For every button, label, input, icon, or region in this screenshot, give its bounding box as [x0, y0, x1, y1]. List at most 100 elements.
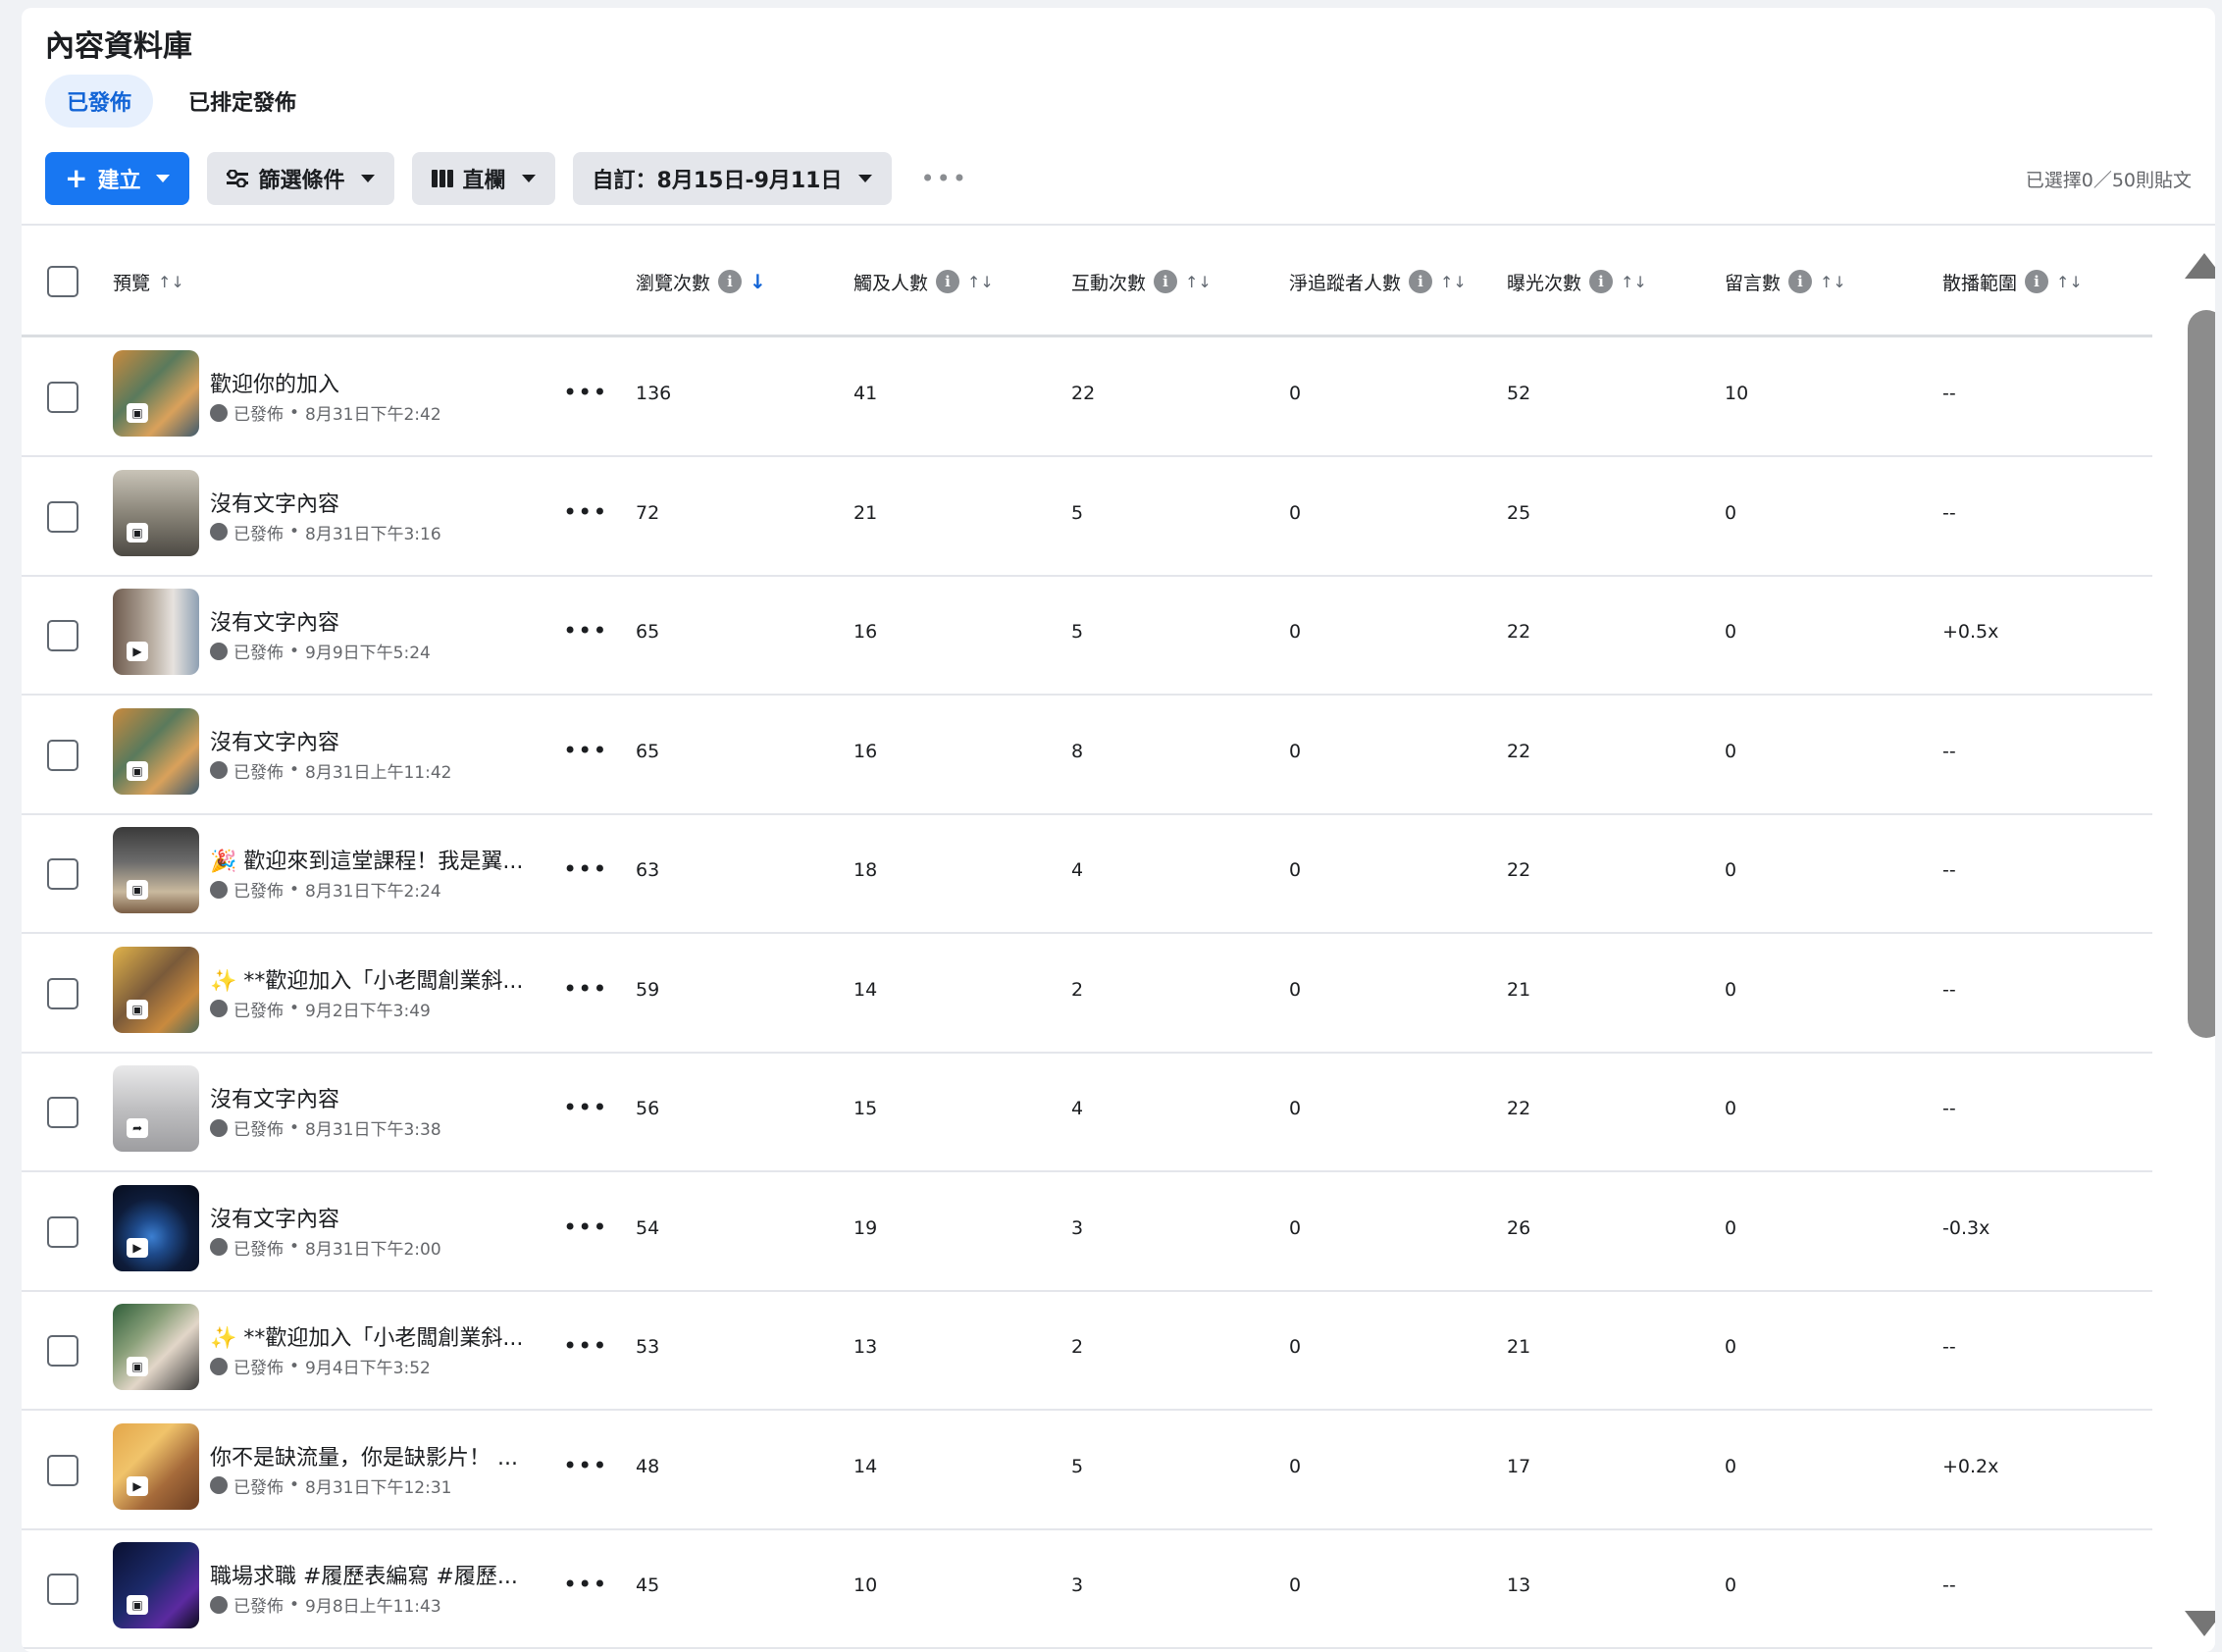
cell-impressions: 22	[1507, 859, 1531, 881]
filter-button[interactable]: 篩選條件	[207, 152, 394, 205]
column-header-comments[interactable]: 留言數 i ↑↓	[1725, 226, 1846, 337]
table-row[interactable]: ▶ 你不是缺流量，你是缺影片！ ... 已發佈 • 8月31日下午12:31 ••• 48 1…	[22, 1411, 2152, 1530]
column-header-reach[interactable]: 觸及人數 i ↑↓	[853, 226, 994, 337]
table-row[interactable]: ▣ 歡迎你的加入 已發佈 • 8月31日下午2:42 ••• 136 41 22 0 52 10 --	[22, 337, 2152, 457]
meta-separator: •	[289, 402, 300, 423]
cell-comments: 0	[1725, 621, 1737, 643]
info-icon[interactable]: i	[1788, 270, 1813, 293]
cell-distribution: --	[1942, 1336, 1956, 1358]
row-select-checkbox[interactable]	[47, 620, 78, 651]
post-title[interactable]: ✨ **歡迎加入「小老闆創業斜...	[210, 1320, 534, 1352]
row-select-checkbox[interactable]	[47, 1097, 78, 1128]
post-thumbnail[interactable]: ▣	[113, 707, 199, 795]
post-meta: 已發佈 • 8月31日下午2:24	[210, 877, 441, 902]
row-more-options-icon[interactable]: •••	[563, 855, 607, 883]
post-thumbnail[interactable]: ▶	[113, 589, 199, 675]
post-thumbnail[interactable]: ➦	[113, 1065, 199, 1152]
post-thumbnail[interactable]: ▣	[113, 827, 199, 913]
row-more-options-icon[interactable]: •••	[563, 379, 607, 406]
column-header-net-follows[interactable]: 淨追蹤者人數 i ↑↓	[1289, 226, 1467, 337]
caret-down-icon	[360, 175, 375, 182]
table-row[interactable]: ▣ 沒有文字內容 已發佈 • 8月31日下午3:16 ••• 72 21 5 0 25 0 --	[22, 457, 2152, 577]
table-row[interactable]: ▣ 沒有文字內容 已發佈 • 8月31日上午11:42 ••• 65 16 8 0 22 0 --	[22, 696, 2152, 815]
table-row[interactable]: ▶ 沒有文字內容 已發佈 • 8月31日下午2:00 ••• 54 19 3 0 26 0 -0.3x	[22, 1172, 2152, 1292]
post-title[interactable]: 沒有文字內容	[210, 1082, 534, 1113]
info-icon[interactable]: i	[1409, 270, 1433, 293]
row-select-checkbox[interactable]	[47, 1454, 78, 1486]
row-select-checkbox[interactable]	[47, 739, 78, 771]
sort-icon[interactable]: ↑↓	[158, 273, 184, 291]
info-icon[interactable]: i	[2025, 270, 2049, 293]
row-select-checkbox[interactable]	[47, 382, 78, 413]
cell-comments: 0	[1725, 1575, 1737, 1596]
column-header-distribution[interactable]: 散播範圍 i ↑↓	[1942, 226, 2083, 337]
tab-scheduled[interactable]: 已排定發佈	[167, 75, 318, 128]
sort-icon[interactable]: ↑↓	[967, 273, 994, 291]
row-more-options-icon[interactable]: •••	[563, 1571, 607, 1598]
photo-badge-icon: ▣	[127, 1357, 148, 1376]
post-thumbnail[interactable]: ▣	[113, 469, 199, 556]
post-thumbnail[interactable]: ▶	[113, 1422, 199, 1510]
info-icon[interactable]: i	[718, 270, 743, 293]
row-more-options-icon[interactable]: •••	[563, 1452, 607, 1479]
post-title[interactable]: ✨ **歡迎加入「小老闆創業斜...	[210, 963, 534, 995]
row-select-checkbox[interactable]	[47, 500, 78, 533]
date-range-button[interactable]: 自訂：8月15日-9月11日	[572, 152, 892, 205]
cell-net-follows: 0	[1289, 978, 1302, 1001]
post-title[interactable]: 沒有文字內容	[210, 605, 534, 637]
sort-desc-icon[interactable]: ↓	[749, 270, 766, 293]
post-title[interactable]: 你不是缺流量，你是缺影片！ ...	[210, 1440, 534, 1471]
row-more-options-icon[interactable]: •••	[563, 498, 607, 526]
create-button[interactable]: + 建立	[45, 152, 190, 205]
scroll-down-arrow-icon[interactable]	[2185, 1611, 2215, 1636]
column-header-views[interactable]: 瀏覽次數 i ↓	[636, 226, 766, 337]
sort-icon[interactable]: ↑↓	[2056, 273, 2083, 291]
sort-icon[interactable]: ↑↓	[1440, 273, 1467, 291]
row-more-options-icon[interactable]: •••	[563, 975, 607, 1003]
table-row[interactable]: ▣ ✨ **歡迎加入「小老闆創業斜... 已發佈 • 9月2日下午3:49 ••• 59 14…	[22, 934, 2152, 1054]
row-select-checkbox[interactable]	[47, 977, 78, 1009]
post-thumbnail[interactable]: ▣	[113, 1304, 199, 1390]
row-more-options-icon[interactable]: •••	[563, 1213, 607, 1241]
row-select-checkbox[interactable]	[47, 858, 78, 890]
tab-published[interactable]: 已發佈	[45, 75, 154, 128]
scrollbar-thumb[interactable]	[2188, 310, 2215, 1038]
row-select-checkbox[interactable]	[47, 1335, 78, 1367]
post-title[interactable]: 歡迎你的加入	[210, 367, 534, 398]
row-more-options-icon[interactable]: •••	[563, 737, 607, 764]
post-title[interactable]: 🎉 歡迎來到這堂課程！我是翼...	[210, 844, 534, 875]
sort-icon[interactable]: ↑↓	[1820, 273, 1846, 291]
column-header-impressions[interactable]: 曝光次數 i ↑↓	[1507, 226, 1647, 337]
table-row[interactable]: ➦ 沒有文字內容 已發佈 • 8月31日下午3:38 ••• 56 15 4 0 22 0 --	[22, 1053, 2152, 1172]
row-select-checkbox[interactable]	[47, 1215, 78, 1248]
post-title[interactable]: 沒有文字內容	[210, 487, 534, 518]
table-row[interactable]: ▣ ✨ **歡迎加入「小老闆創業斜... 已發佈 • 9月4日下午3:52 ••• 53 13…	[22, 1291, 2152, 1411]
column-header-interactions[interactable]: 互動次數 i ↑↓	[1071, 226, 1212, 337]
post-thumbnail[interactable]: ▶	[113, 1184, 199, 1271]
scroll-up-arrow-icon[interactable]	[2185, 253, 2215, 279]
table-row[interactable]: ▣ 職場求職 #履歷表編寫 #履歷... 已發佈 • 9月8日上午11:43 ••• 45 1…	[22, 1529, 2152, 1649]
info-icon[interactable]: i	[1589, 270, 1614, 293]
cell-reach: 18	[853, 859, 878, 881]
post-title[interactable]: 沒有文字內容	[210, 725, 534, 756]
post-thumbnail[interactable]: ▣	[113, 946, 199, 1033]
row-more-options-icon[interactable]: •••	[563, 617, 607, 645]
post-title[interactable]: 沒有文字內容	[210, 1202, 534, 1233]
post-date: 8月31日上午11:42	[305, 762, 452, 783]
info-icon[interactable]: i	[1154, 270, 1178, 293]
post-title[interactable]: 職場求職 #履歷表編寫 #履歷...	[210, 1559, 534, 1590]
column-header-preview[interactable]: 預覽 ↑↓	[113, 226, 184, 337]
sort-icon[interactable]: ↑↓	[1185, 273, 1212, 291]
more-options-icon[interactable]: •••	[921, 165, 968, 192]
select-all-checkbox[interactable]	[47, 266, 78, 297]
row-more-options-icon[interactable]: •••	[563, 1332, 607, 1360]
info-icon[interactable]: i	[936, 270, 960, 293]
table-row[interactable]: ▶ 沒有文字內容 已發佈 • 9月9日下午5:24 ••• 65 16 5 0 22 0 +0.5x	[22, 576, 2152, 696]
post-thumbnail[interactable]: ▣	[113, 1542, 199, 1628]
table-row[interactable]: ▣ 🎉 歡迎來到這堂課程！我是翼... 已發佈 • 8月31日下午2:24 ••• 63 18…	[22, 814, 2152, 934]
post-thumbnail[interactable]: ▣	[113, 350, 199, 437]
row-more-options-icon[interactable]: •••	[563, 1094, 607, 1121]
columns-button[interactable]: 直欄	[411, 152, 555, 205]
sort-icon[interactable]: ↑↓	[1621, 273, 1647, 291]
row-select-checkbox[interactable]	[47, 1574, 78, 1605]
